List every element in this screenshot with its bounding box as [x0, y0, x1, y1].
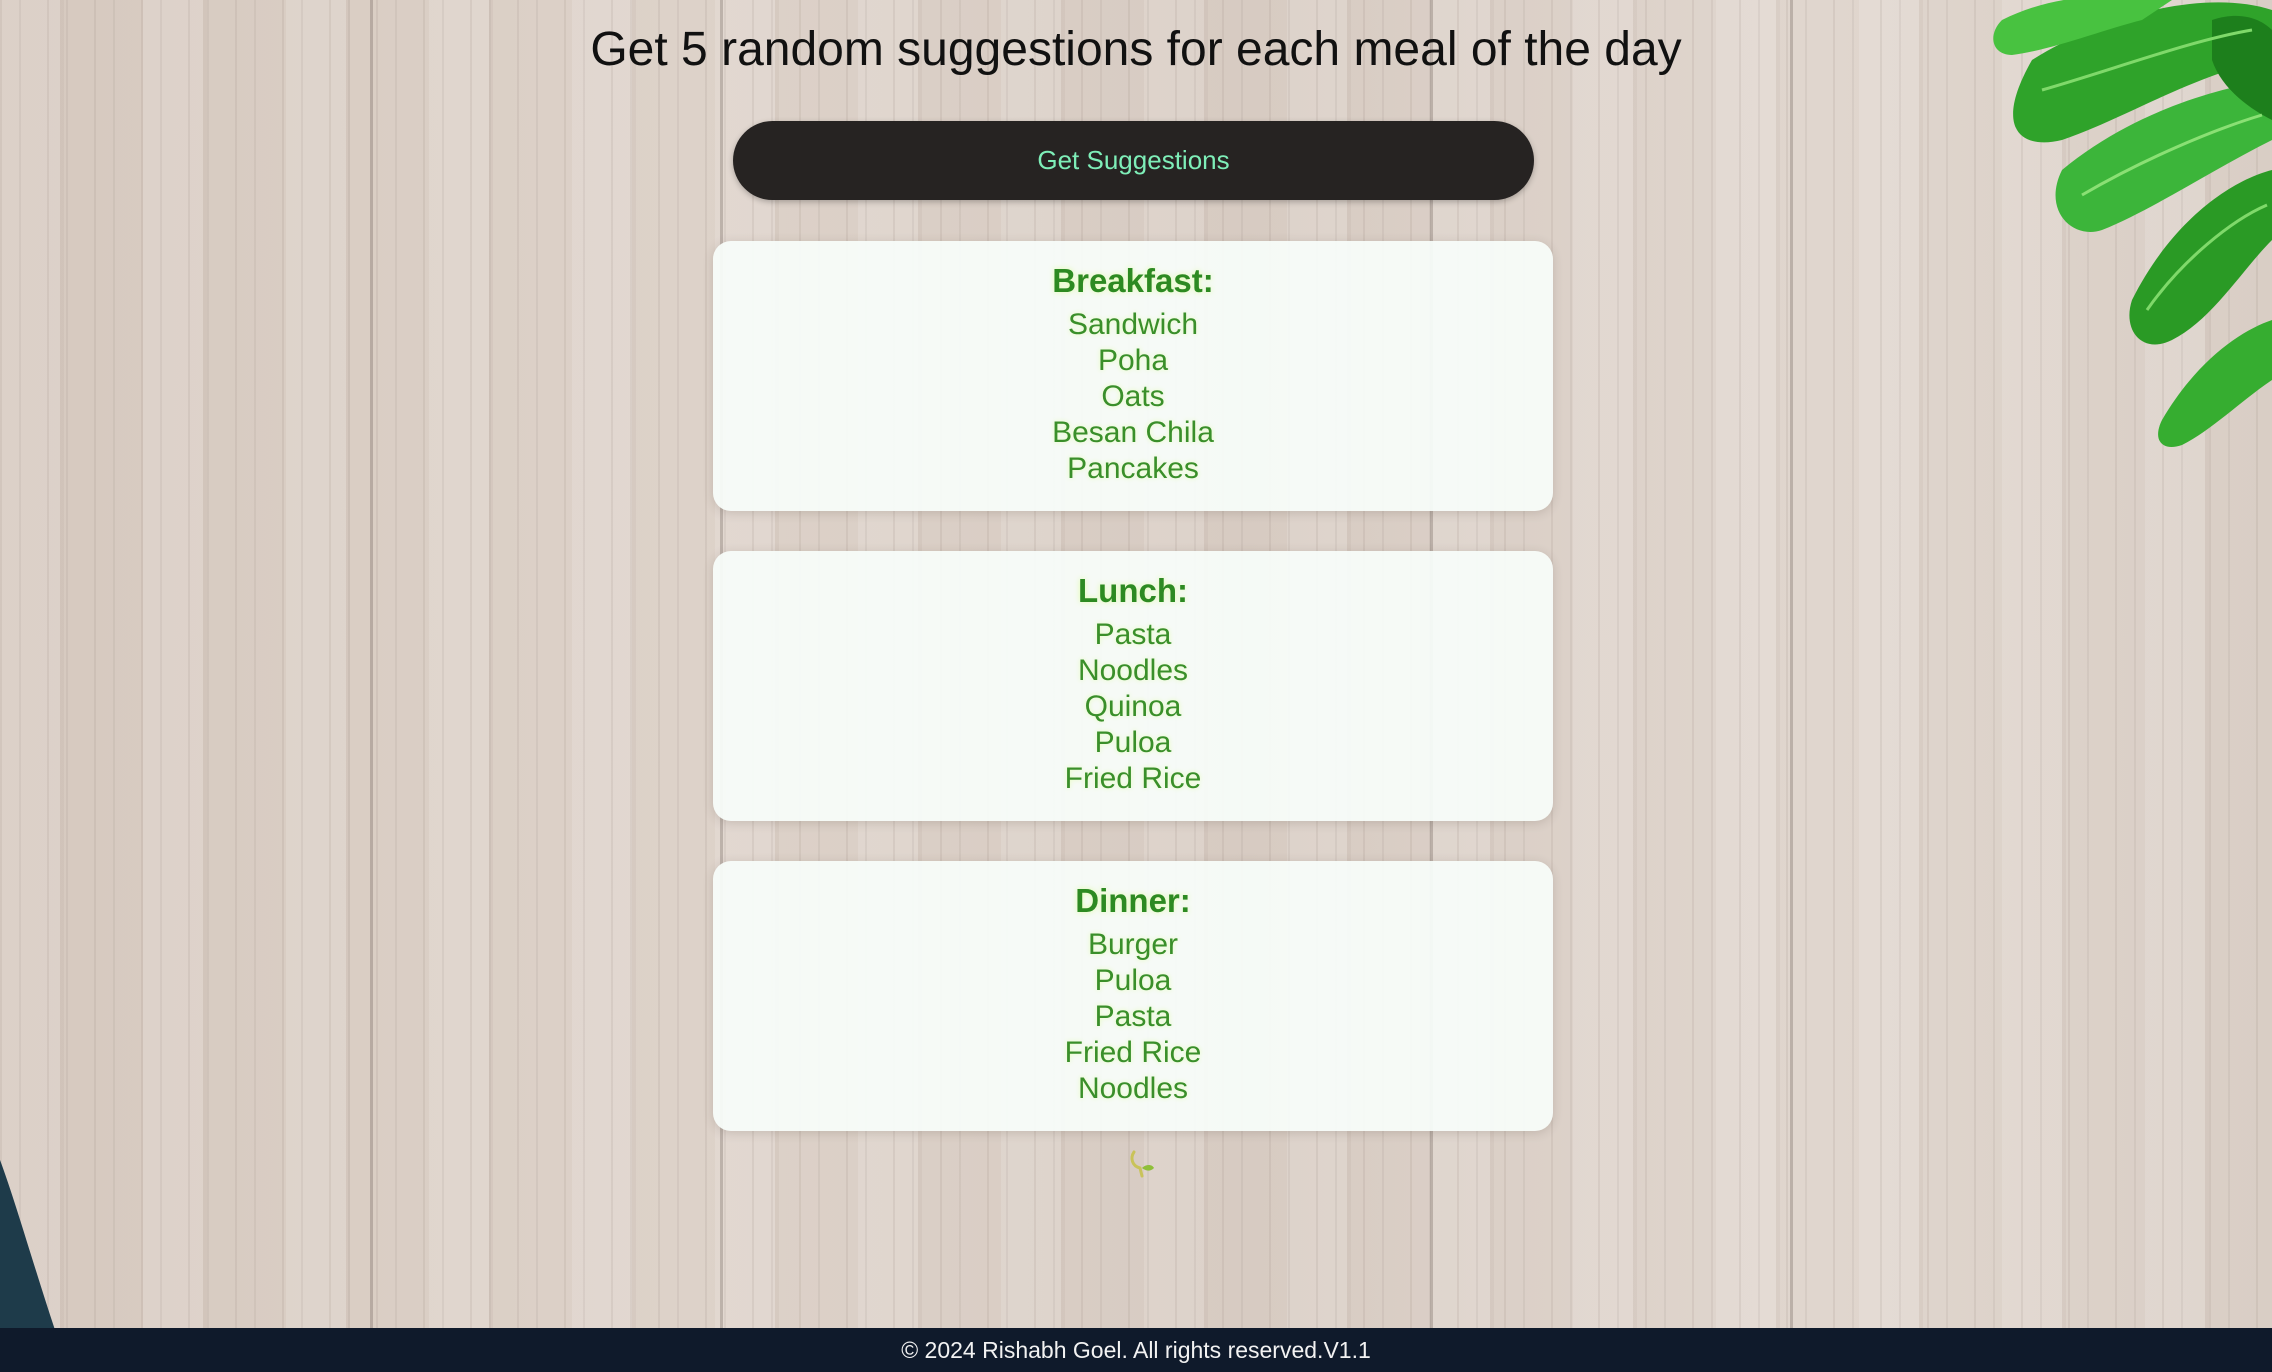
- list-item: Quinoa: [1084, 690, 1182, 723]
- page-title: Get 5 random suggestions for each meal o…: [590, 23, 1682, 76]
- meal-list: Burger Puloa Pasta Fried Rice Noodles: [713, 927, 1553, 1107]
- decor-object: [0, 1160, 55, 1330]
- meal-title: Breakfast:: [1052, 262, 1214, 299]
- list-item: Besan Chila: [1052, 416, 1214, 449]
- meal-title: Dinner:: [1075, 882, 1191, 919]
- list-item: Oats: [1101, 380, 1165, 413]
- list-item: Puloa: [1094, 726, 1172, 759]
- list-item: Pasta: [1094, 1000, 1172, 1033]
- list-item: Noodles: [1077, 654, 1189, 687]
- meal-card-breakfast: Breakfast: Sandwich Poha Oats Besan Chil…: [713, 241, 1553, 511]
- list-item: Fried Rice: [1064, 1036, 1202, 1069]
- list-item: Puloa: [1094, 964, 1172, 997]
- wood-plank-line: [1790, 0, 1793, 1330]
- wood-plank-line: [370, 0, 373, 1330]
- list-item: Noodles: [1077, 1072, 1189, 1105]
- meal-list: Sandwich Poha Oats Besan Chila Pancakes: [713, 307, 1553, 487]
- sprout-icon: [1130, 1150, 1154, 1178]
- list-item: Burger: [1087, 928, 1179, 961]
- meal-list: Pasta Noodles Quinoa Puloa Fried Rice: [713, 617, 1553, 797]
- footer: © 2024 Rishabh Goel. All rights reserved…: [0, 1328, 2272, 1372]
- list-item: Poha: [1097, 344, 1169, 377]
- meal-card-lunch: Lunch: Pasta Noodles Quinoa Puloa Fried …: [713, 551, 1553, 821]
- list-item: Pasta: [1094, 618, 1172, 651]
- list-item: Sandwich: [1067, 308, 1199, 341]
- list-item: Fried Rice: [1064, 762, 1202, 795]
- meal-title: Lunch:: [1078, 572, 1188, 609]
- meal-card-dinner: Dinner: Burger Puloa Pasta Fried Rice No…: [713, 861, 1553, 1131]
- list-item: Pancakes: [1067, 452, 1199, 485]
- get-suggestions-button[interactable]: Get Suggestions: [733, 121, 1534, 200]
